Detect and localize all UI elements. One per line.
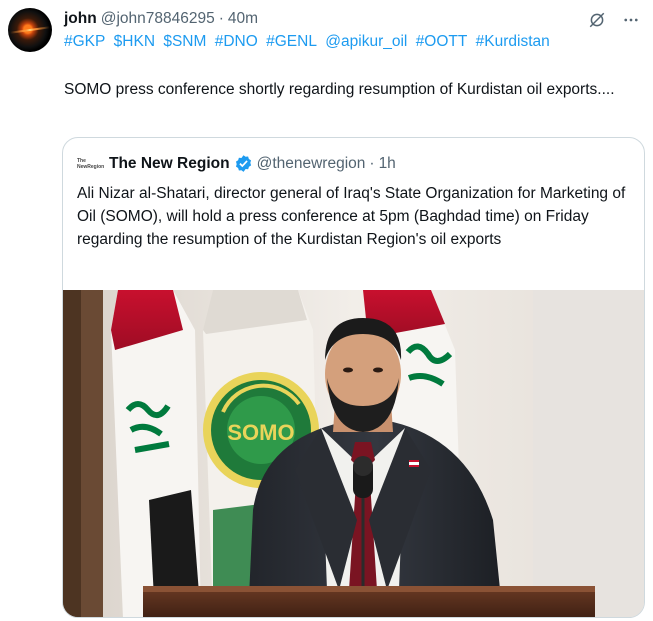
- cashtag-link[interactable]: $HKN: [114, 33, 155, 50]
- hashtag-link[interactable]: #OOTT: [416, 33, 468, 50]
- hashtag-link[interactable]: #DNO: [215, 33, 258, 50]
- quote-header: The NewRegion The New Region @thenewregi…: [77, 154, 396, 173]
- more-icon[interactable]: [621, 10, 641, 30]
- hashtag-link[interactable]: #GKP: [64, 33, 105, 50]
- tweet-actions: [587, 10, 641, 30]
- quote-author-handle[interactable]: @thenewregion: [257, 155, 366, 173]
- somo-logo-text: SOMO: [227, 420, 294, 445]
- quoted-tweet[interactable]: The NewRegion The New Region @thenewregi…: [62, 137, 645, 618]
- quote-avatar[interactable]: The NewRegion: [77, 155, 105, 173]
- tweet-time[interactable]: 40m: [228, 10, 258, 28]
- cashtag-link[interactable]: $SNM: [163, 33, 206, 50]
- press-conference-photo[interactable]: SOMO: [63, 290, 644, 617]
- author-handle[interactable]: @john78846295: [101, 10, 215, 28]
- quote-time[interactable]: 1h: [379, 155, 396, 173]
- quote-text: Ali Nizar al-Shatari, director general o…: [77, 185, 626, 248]
- quote-author-name[interactable]: The New Region: [109, 155, 230, 173]
- hashtag-link[interactable]: #GENL: [266, 33, 317, 50]
- grok-icon[interactable]: [587, 10, 607, 30]
- author-name[interactable]: john: [64, 10, 97, 28]
- separator-dot: ·: [218, 10, 224, 27]
- user-avatar[interactable]: [8, 8, 52, 52]
- mention-link[interactable]: @apikur_oil: [325, 33, 407, 50]
- hashtag-link[interactable]: #Kurdistan: [476, 33, 550, 50]
- tweet-text: SOMO press conference shortly regarding …: [64, 81, 615, 98]
- tweet-header: john @john78846295 · 40m: [64, 9, 583, 29]
- hashtag-list: #GKP $HKN $SNM #DNO #GENL @apikur_oil #O…: [64, 33, 554, 51]
- verified-badge-icon: [234, 154, 253, 173]
- separator-dot: ·: [369, 154, 375, 172]
- quote-logo-line: NewRegion: [77, 163, 105, 170]
